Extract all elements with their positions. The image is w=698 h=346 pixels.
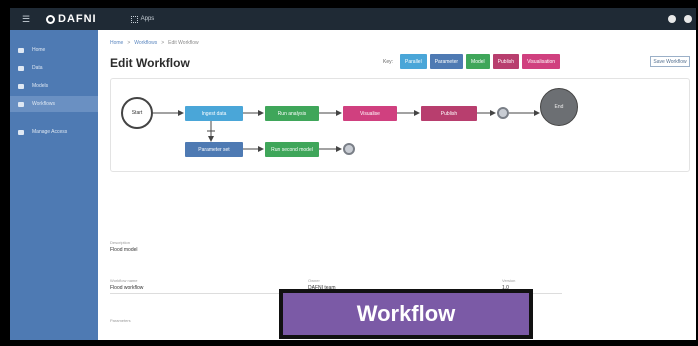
workflow-canvas[interactable]: Start Ingest data Run analysis Visualise… (110, 78, 690, 172)
workflow-name-label: Workflow name (110, 278, 138, 283)
owner-label: Owner (308, 278, 320, 283)
settings-icon[interactable] (684, 15, 692, 23)
home-icon (18, 47, 24, 53)
sidebar-item-label: Home (32, 47, 46, 53)
description-label: Description (110, 240, 131, 245)
save-workflow-button[interactable]: Save Workflow (650, 56, 690, 67)
legend-chip-visualisation: Visualisation (522, 54, 561, 69)
workflow-name-field[interactable]: Workflow name Flood workflow (110, 278, 280, 294)
apps-menu[interactable]: Apps (130, 15, 155, 23)
sidebar-item-label: Manage Access (32, 129, 68, 135)
database-icon (18, 65, 24, 71)
apps-label: Apps (140, 16, 155, 22)
sidebar-item-models[interactable]: Models (10, 78, 98, 94)
description-value: Flood model (110, 247, 138, 253)
sidebar-item-home[interactable]: Home (10, 42, 98, 58)
caption-banner: Workflow (279, 289, 533, 339)
legend-chip-parameter: Parameter (429, 54, 464, 69)
menu-icon[interactable]: ☰ (22, 14, 32, 25)
breadcrumb-separator: > (127, 40, 131, 46)
sidebar-item-label: Models (32, 83, 49, 89)
apps-grid-icon (130, 15, 138, 23)
workflow-join-node[interactable] (343, 143, 355, 155)
parameters-value (110, 325, 260, 327)
workflow-end-node[interactable]: End (540, 88, 578, 126)
logo-text: DAFNI (58, 13, 97, 25)
sidebar-item-data[interactable]: Data (10, 60, 98, 76)
legend: Key: Parallel Parameter Model Publish Vi… (383, 54, 561, 69)
parameters-label: Parameters (110, 318, 131, 323)
breadcrumb-current: Edit Workflow (168, 40, 199, 46)
page-title: Edit Workflow (110, 56, 190, 70)
logo-ring-icon (46, 14, 55, 24)
top-bar: ☰ DAFNI Apps (10, 8, 696, 30)
sidebar-item-workflows[interactable]: Workflows (10, 96, 98, 112)
workflow-edges (153, 110, 540, 152)
legend-chip-publish: Publish (492, 54, 520, 69)
workflow-join-node[interactable] (497, 107, 509, 119)
logo[interactable]: DAFNI (46, 13, 97, 25)
legend-chip-parallel: Parallel (400, 54, 427, 69)
workflow-icon (18, 101, 24, 107)
legend-key-label: Key: (383, 58, 394, 65)
workflow-node-ingest[interactable]: Ingest data (185, 106, 243, 121)
breadcrumb: Home > Workflows > Edit Workflow (110, 40, 199, 46)
version-label: Version (502, 278, 516, 283)
breadcrumb-workflows[interactable]: Workflows (134, 40, 157, 46)
breadcrumb-home[interactable]: Home (110, 40, 123, 46)
workflow-node-run-analysis[interactable]: Run analysis (265, 106, 319, 121)
workflow-node-visualise[interactable]: Visualise (343, 106, 397, 121)
workflow-node-parameter-set[interactable]: Parameter set (185, 142, 243, 157)
model-icon (18, 83, 24, 89)
workflow-start-node[interactable]: Start (121, 97, 153, 129)
legend-chip-model: Model (466, 54, 490, 69)
sidebar: Home Data Models Workflows Manage Access (10, 30, 98, 340)
description-field[interactable]: Description Flood model (110, 240, 310, 255)
sidebar-item-manage-access[interactable]: Manage Access (10, 124, 98, 140)
workflow-node-publish[interactable]: Publish (421, 106, 477, 121)
sidebar-item-label: Data (32, 65, 43, 71)
workflow-name-value: Flood workflow (110, 285, 280, 294)
help-icon[interactable] (668, 15, 676, 23)
breadcrumb-separator: > (161, 40, 165, 46)
users-icon (18, 129, 24, 135)
workflow-node-run-second-model[interactable]: Run second model (265, 142, 319, 157)
sidebar-item-label: Workflows (32, 101, 55, 107)
parameters-field[interactable]: Parameters (110, 318, 260, 327)
